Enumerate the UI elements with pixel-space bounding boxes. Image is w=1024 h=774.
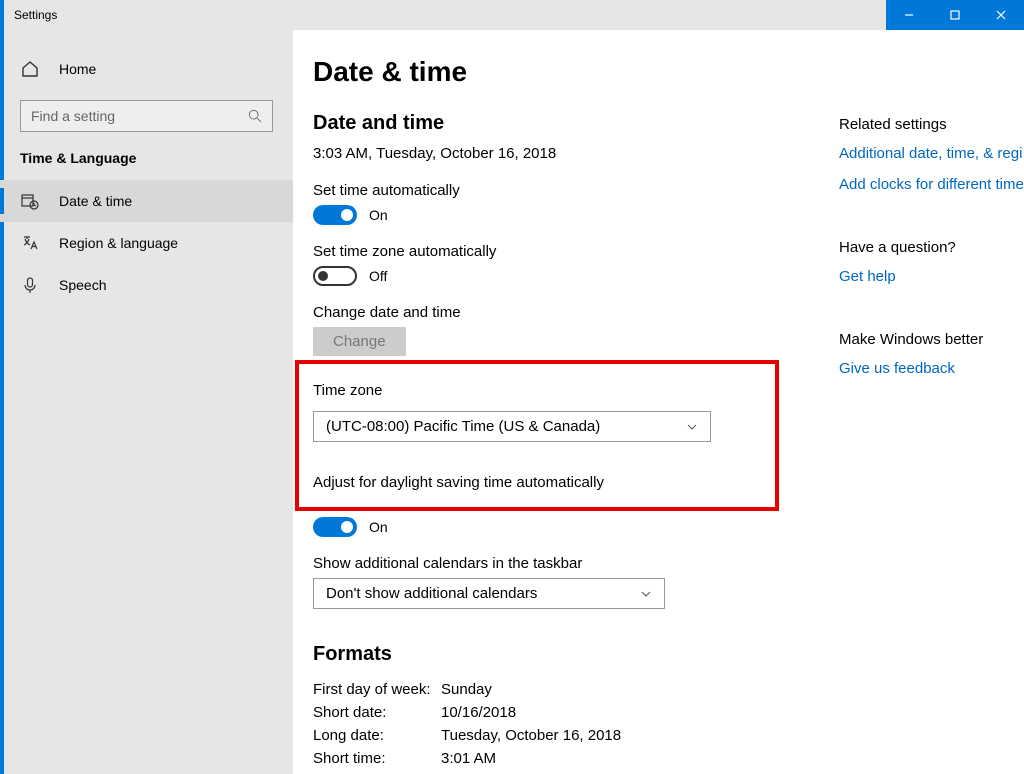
nav-home[interactable]: Home (0, 54, 293, 84)
sidebar-item-label: Region & language (59, 235, 178, 251)
set-time-auto-toggle[interactable] (313, 205, 357, 225)
sidebar-item-label: Date & time (59, 193, 132, 209)
formats-table: First day of week:Sunday Short date:10/1… (313, 678, 833, 774)
additional-calendars-label: Show additional calendars in the taskbar (313, 555, 833, 572)
window-controls (886, 0, 1024, 30)
link-additional-date-time[interactable]: Additional date, time, & regional settin… (839, 145, 1023, 162)
formats-heading: Formats (313, 643, 833, 666)
change-datetime-label: Change date and time (313, 304, 833, 321)
language-icon (21, 234, 39, 252)
current-datetime: 3:03 AM, Tuesday, October 16, 2018 (313, 145, 833, 162)
main-content: Date & time Date and time 3:03 AM, Tuesd… (293, 30, 1024, 774)
date-and-time-heading: Date and time (313, 112, 833, 135)
feedback-heading: Make Windows better (839, 331, 1023, 348)
chevron-down-icon (686, 421, 698, 433)
table-row: First day of week:Sunday (313, 678, 833, 701)
minimize-button[interactable] (886, 0, 932, 30)
chevron-down-icon (640, 588, 652, 600)
set-zone-auto-toggle[interactable] (313, 266, 357, 286)
set-time-auto-label: Set time automatically (313, 182, 833, 199)
link-add-clocks[interactable]: Add clocks for different time zones (839, 176, 1023, 193)
dst-toggle[interactable] (313, 517, 357, 537)
window-accent-border (0, 0, 4, 774)
table-row: Short date:10/16/2018 (313, 701, 833, 724)
microphone-icon (21, 276, 39, 294)
sidebar-item-date-time[interactable]: Date & time (0, 180, 293, 222)
additional-calendars-selected: Don't show additional calendars (326, 585, 537, 602)
question-heading: Have a question? (839, 239, 1023, 256)
set-zone-auto-state: Off (369, 268, 387, 284)
dst-label: Adjust for daylight saving time automati… (313, 474, 761, 491)
close-button[interactable] (978, 0, 1024, 30)
table-row: Long time:3:01:44 AM (313, 770, 833, 774)
search-icon (248, 109, 262, 123)
window-title: Settings (14, 8, 57, 22)
titlebar: Settings (0, 0, 1024, 30)
sidebar-item-label: Speech (59, 277, 106, 293)
table-row: Long date:Tuesday, October 16, 2018 (313, 724, 833, 747)
right-column: Related settings Additional date, time, … (833, 56, 1023, 774)
set-time-auto-state: On (369, 207, 388, 223)
timezone-dropdown[interactable]: (UTC-08:00) Pacific Time (US & Canada) (313, 411, 711, 442)
sidebar-item-speech[interactable]: Speech (0, 264, 293, 306)
table-row: Short time:3:01 AM (313, 747, 833, 770)
page-title: Date & time (313, 56, 833, 88)
dst-state: On (369, 519, 388, 535)
link-give-feedback[interactable]: Give us feedback (839, 360, 1023, 377)
close-icon (996, 10, 1006, 20)
minimize-icon (904, 10, 914, 20)
calendar-clock-icon (21, 192, 39, 210)
set-zone-auto-label: Set time zone automatically (313, 243, 833, 260)
timezone-highlight: Time zone (UTC-08:00) Pacific Time (US &… (295, 360, 779, 511)
maximize-icon (950, 10, 960, 20)
link-get-help[interactable]: Get help (839, 268, 1023, 285)
sidebar-section-title: Time & Language (0, 150, 293, 180)
timezone-heading: Time zone (313, 382, 761, 399)
additional-calendars-dropdown[interactable]: Don't show additional calendars (313, 578, 665, 609)
related-settings-heading: Related settings (839, 116, 1023, 133)
search-placeholder: Find a setting (31, 108, 115, 124)
timezone-selected: (UTC-08:00) Pacific Time (US & Canada) (326, 418, 600, 435)
search-input[interactable]: Find a setting (20, 100, 273, 132)
sidebar-item-region-language[interactable]: Region & language (0, 222, 293, 264)
nav-home-label: Home (59, 61, 96, 77)
home-icon (21, 60, 39, 78)
sidebar: Home Find a setting Time & Language Date… (0, 30, 293, 774)
change-button: Change (313, 327, 406, 356)
maximize-button[interactable] (932, 0, 978, 30)
